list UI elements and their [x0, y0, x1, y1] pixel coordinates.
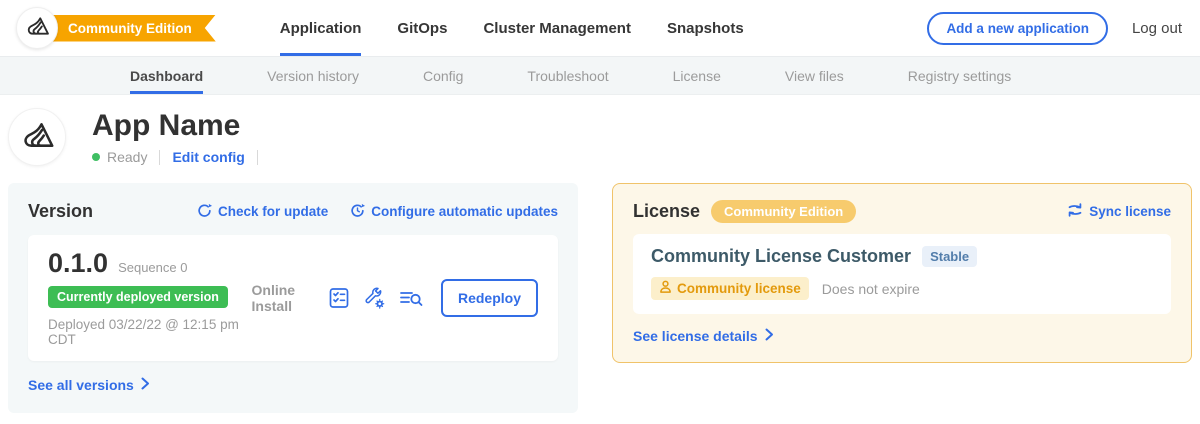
subtab-config[interactable]: Config — [423, 57, 463, 94]
refresh-icon — [197, 203, 212, 221]
auto-update-clock-icon — [350, 203, 365, 221]
see-all-versions-link[interactable]: See all versions — [28, 377, 558, 393]
config-wrench-icon[interactable] — [363, 286, 386, 309]
tab-gitops[interactable]: GitOps — [397, 0, 447, 56]
redeploy-button[interactable]: Redeploy — [441, 279, 538, 317]
version-number-row: 0.1.0 Sequence 0 — [48, 248, 252, 279]
subtab-dashboard[interactable]: Dashboard — [130, 57, 203, 94]
deployed-timestamp: Deployed 03/22/22 @ 12:15 pm CDT — [48, 317, 252, 347]
license-type-badge: Community license — [651, 277, 809, 300]
tab-cluster-management[interactable]: Cluster Management — [483, 0, 631, 56]
replicated-logo-icon — [24, 13, 50, 44]
channel-badge: Stable — [922, 246, 977, 267]
edit-config-link[interactable]: Edit config — [172, 149, 244, 165]
version-card-actions: Check for update Configure automatic upd… — [197, 203, 558, 221]
chevron-right-icon — [765, 328, 774, 344]
install-type-label: Online Install — [252, 282, 313, 314]
preflight-checklist-icon[interactable] — [328, 287, 350, 309]
current-version-info: 0.1.0 Sequence 0 Currently deployed vers… — [48, 248, 252, 347]
tab-snapshots[interactable]: Snapshots — [667, 0, 744, 56]
license-summary-panel: Community License Customer Stable Commun… — [633, 234, 1171, 314]
dashboard-cards: Version Check for update — [0, 174, 1200, 413]
add-application-button[interactable]: Add a new application — [927, 12, 1108, 45]
version-card-header: Version Check for update — [28, 201, 558, 222]
chevron-right-icon — [141, 377, 150, 393]
license-type-row: Community license Does not expire — [651, 277, 1153, 300]
app-header: App Name Ready Edit config — [0, 95, 1200, 174]
customer-name: Community License Customer — [651, 246, 911, 267]
deployed-status-badge: Currently deployed version — [48, 286, 228, 308]
replicated-logo — [16, 7, 58, 49]
subtab-view-files[interactable]: View files — [785, 57, 844, 94]
sequence-label: Sequence 0 — [118, 260, 187, 275]
header-right: Add a new application Log out — [927, 12, 1182, 45]
version-number: 0.1.0 — [48, 248, 108, 279]
version-action-row: Online Install — [252, 279, 538, 317]
tab-application[interactable]: Application — [280, 0, 362, 56]
ready-status-dot — [92, 153, 100, 161]
subtab-version-history[interactable]: Version history — [267, 57, 359, 94]
configure-automatic-updates-link[interactable]: Configure automatic updates — [350, 203, 558, 221]
divider — [257, 150, 258, 165]
app-name: App Name — [92, 109, 270, 142]
license-card-title: License — [633, 201, 700, 222]
license-card-header: License Community Edition Sync license — [633, 200, 1171, 223]
app-logo-icon — [19, 117, 55, 158]
ready-status-text: Ready — [107, 149, 147, 165]
app-avatar — [8, 108, 66, 166]
logout-button[interactable]: Log out — [1132, 20, 1182, 37]
top-header: Community Edition Application GitOps Clu… — [0, 0, 1200, 57]
version-card-title: Version — [28, 201, 93, 222]
person-icon — [659, 280, 672, 297]
subtab-license[interactable]: License — [673, 57, 721, 94]
subtab-registry-settings[interactable]: Registry settings — [908, 57, 1011, 94]
sync-license-link[interactable]: Sync license — [1067, 203, 1171, 220]
license-expiry-text: Does not expire — [822, 281, 920, 297]
community-edition-badge: Community Edition — [711, 200, 856, 223]
app-sub-nav: Dashboard Version history Config Trouble… — [0, 57, 1200, 95]
subtab-troubleshoot[interactable]: Troubleshoot — [527, 57, 608, 94]
sync-arrows-icon — [1067, 203, 1083, 220]
version-card: Version Check for update — [8, 183, 578, 413]
license-customer-row: Community License Customer Stable — [651, 246, 1153, 267]
app-status-row: Ready Edit config — [92, 149, 270, 165]
license-card: License Community Edition Sync license C… — [612, 183, 1192, 363]
view-logs-icon[interactable] — [399, 287, 423, 309]
brand-badge: Community Edition — [16, 7, 216, 49]
check-for-update-link[interactable]: Check for update — [197, 203, 328, 221]
app-header-text: App Name Ready Edit config — [92, 109, 270, 165]
see-license-details-link[interactable]: See license details — [633, 328, 1171, 344]
community-edition-ribbon: Community Edition — [36, 15, 216, 42]
current-version-panel: 0.1.0 Sequence 0 Currently deployed vers… — [28, 235, 558, 361]
divider — [159, 150, 160, 165]
top-nav: Application GitOps Cluster Management Sn… — [280, 0, 744, 56]
